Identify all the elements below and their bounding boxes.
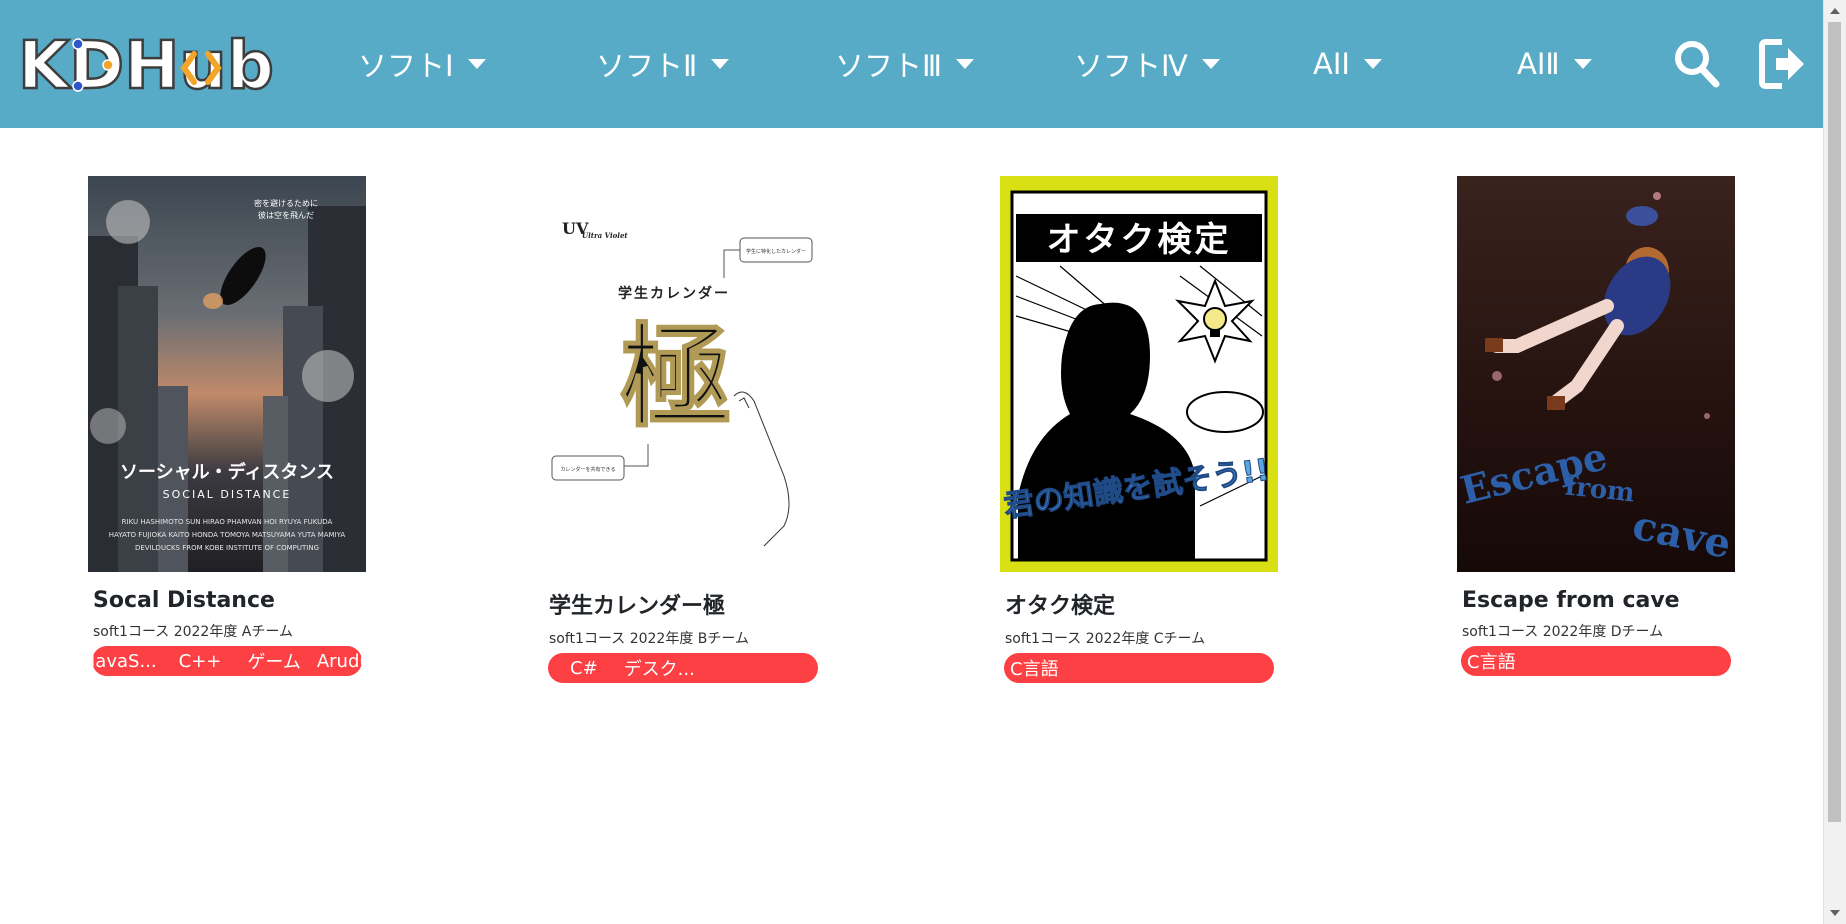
card-title[interactable]: 学生カレンダー極 xyxy=(549,588,824,620)
poster1-credits-1: RIKU HASHIMOTO SUN HIRAO PHAMVAN HOI RYU… xyxy=(122,518,333,526)
poster1-credits-3: DEVILDUCKS FROM KOBE INSTITUTE OF COMPUT… xyxy=(135,544,319,552)
card-meta: soft1コース 2022年度 Cチーム xyxy=(1005,631,1206,647)
vertical-scrollbar[interactable] xyxy=(1823,0,1846,924)
tag-bar: C# デスク... xyxy=(548,653,818,683)
poster1-tagline-2: 彼は空を飛んだ xyxy=(258,210,314,220)
poster2-callout-1: 学生に特化したカレンダー xyxy=(746,248,806,255)
card-meta: soft1コース 2022年度 Bチーム xyxy=(549,631,749,647)
nav-soft2-dropdown[interactable]: ソフトⅡ xyxy=(596,42,730,86)
nav-soft2-label: ソフトⅡ xyxy=(596,49,698,83)
nav-soft3-label: ソフトⅢ xyxy=(835,49,942,83)
tag[interactable]: デスク... xyxy=(608,655,705,681)
nav-soft4-dropdown[interactable]: ソフトⅣ xyxy=(1074,42,1220,86)
scroll-down-icon[interactable] xyxy=(1830,910,1840,916)
card-title[interactable]: Escape from cave xyxy=(1462,588,1737,613)
chevron-down-icon xyxy=(956,59,974,69)
chevron-down-icon xyxy=(1201,59,1220,69)
project-card-social-distance[interactable]: 密を避けるために 彼は空を飛んだ ソーシャル・ディスタンス SOCIAL DIS… xyxy=(88,176,368,676)
poster3-heading: オタク検定 xyxy=(1047,220,1232,260)
scroll-up-icon[interactable] xyxy=(1830,8,1840,14)
nav-soft3-dropdown[interactable]: ソフトⅢ xyxy=(835,42,974,86)
poster1-title-en: SOCIAL DISTANCE xyxy=(163,488,292,501)
poster-escape-from-cave[interactable]: Escape from cave xyxy=(1457,176,1735,572)
poster-social-distance[interactable]: 密を避けるために 彼は空を飛んだ ソーシャル・ディスタンス SOCIAL DIS… xyxy=(88,176,366,572)
poster-otaku-kentei[interactable]: オタク検定 君の知識を試そう!! xyxy=(1000,176,1278,572)
tag[interactable]: ゲーム xyxy=(231,648,310,674)
poster-student-calendar[interactable]: UV Ultra Violet 学生に特化したカレンダー 学生カレンダー 極 カ… xyxy=(544,176,822,572)
tag[interactable]: C言語 xyxy=(1004,655,1069,681)
poster1-tagline-1: 密を避けるために xyxy=(254,198,318,208)
search-icon[interactable] xyxy=(1672,36,1722,92)
nav-soft1-dropdown[interactable]: ソフトⅠ xyxy=(358,42,486,86)
card-title[interactable]: Socal Distance xyxy=(93,588,368,613)
nav-soft4-label: ソフトⅣ xyxy=(1074,49,1188,83)
project-card-student-calendar[interactable]: UV Ultra Violet 学生に特化したカレンダー 学生カレンダー 極 カ… xyxy=(544,176,824,683)
tag[interactable]: JavaS... xyxy=(92,651,167,672)
nav-ai2-label: AIⅡ xyxy=(1517,47,1560,81)
poster1-credits-2: HAYATO FUJIOKA KAITO HONDA TOMOYA MATSUY… xyxy=(109,531,346,539)
tag-bar: C言語 xyxy=(1004,653,1274,683)
top-navbar: KDHub ソフトⅠ ソフトⅡ ソフトⅢ ソフトⅣ AIⅠ AIⅡ xyxy=(0,0,1824,128)
tag[interactable]: C# xyxy=(548,658,608,679)
poster2-heading: 学生カレンダー xyxy=(618,285,730,302)
chevron-down-icon xyxy=(711,59,730,69)
nav-ai1-dropdown[interactable]: AIⅠ xyxy=(1313,42,1382,86)
card-title[interactable]: オタク検定 xyxy=(1005,588,1280,620)
scrollbar-thumb[interactable] xyxy=(1828,22,1841,822)
nav-ai1-label: AIⅠ xyxy=(1313,47,1350,81)
nav-ai2-dropdown[interactable]: AIⅡ xyxy=(1517,42,1592,86)
kdhub-logo[interactable]: KDHub xyxy=(18,26,274,96)
chevron-down-icon xyxy=(1573,59,1592,69)
tag[interactable]: C++ xyxy=(167,651,232,672)
tag[interactable]: C言語 xyxy=(1461,648,1526,674)
project-card-escape-from-cave[interactable]: Escape from cave Escape from cave soft1コ… xyxy=(1457,176,1737,676)
poster2-callout-2: カレンダーを共有できる xyxy=(561,466,616,473)
logout-icon[interactable] xyxy=(1758,36,1808,92)
card-meta: soft1コース 2022年度 Aチーム xyxy=(93,624,293,640)
nav-soft1-label: ソフトⅠ xyxy=(358,49,454,83)
tag-bar: C言語 xyxy=(1461,646,1731,676)
project-card-otaku-kentei[interactable]: オタク検定 君の知識を試そう!! オタク検定 soft1コース 2022年度 C… xyxy=(1000,176,1280,683)
logo-text: KDHub xyxy=(18,27,274,96)
chevron-down-icon xyxy=(467,59,486,69)
chevron-down-icon xyxy=(1363,59,1382,69)
tag[interactable]: Arudu... xyxy=(311,651,362,672)
poster1-title-jp: ソーシャル・ディスタンス xyxy=(120,461,334,483)
card-meta: soft1コース 2022年度 Dチーム xyxy=(1462,624,1664,640)
poster2-brand: Ultra Violet xyxy=(582,231,628,240)
tag-bar: JavaS... C++ ゲーム Arudu... xyxy=(92,646,362,676)
poster2-kanji: 極 xyxy=(620,312,732,443)
